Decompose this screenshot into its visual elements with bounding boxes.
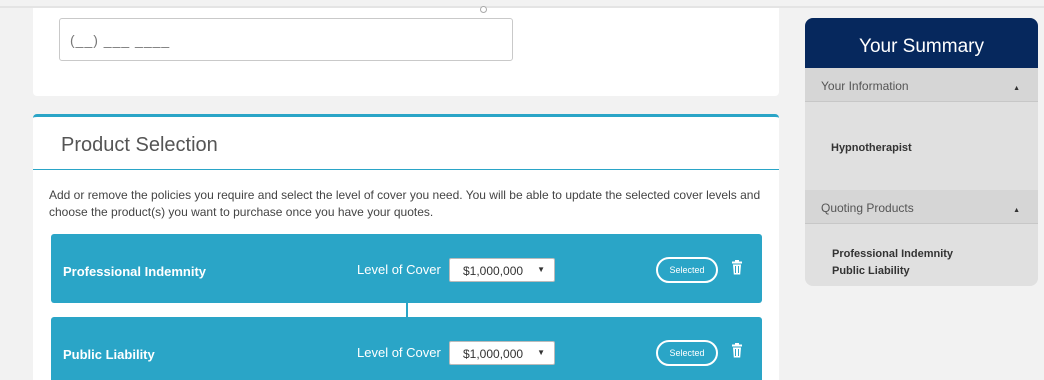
quoting-product-item: Public Liability [832,265,910,277]
level-of-cover-label: Level of Cover [357,345,441,360]
product-selection-card: Product Selection Add or remove the poli… [33,114,779,380]
your-information-accordion-header[interactable]: Your Information ▲ [805,68,1038,102]
contact-card: (__) ___ ____ [33,6,779,96]
summary-title: Your Summary [805,18,1038,68]
product-row-public-liability: Public Liability Level of Cover $1,000,0… [51,317,762,380]
selected-toggle-button[interactable]: Selected [656,257,718,283]
level-of-cover-label: Level of Cover [357,262,441,277]
product-name: Public Liability [63,347,155,362]
occupation-value: Hypnotherapist [831,142,912,154]
section-description: Add or remove the policies you require a… [49,188,761,219]
section-title-divider [33,169,779,170]
your-information-label: Your Information [821,79,909,93]
caret-down-icon: ▼ [537,265,545,274]
quoting-products-label: Quoting Products [821,201,914,215]
quoting-products-list: Professional Indemnity Public Liability [805,224,1038,280]
selected-toggle-button[interactable]: Selected [656,340,718,366]
caret-down-icon: ▼ [537,348,545,357]
your-information-content: Hypnotherapist [805,102,1038,190]
caret-up-icon: ▲ [1013,85,1020,92]
level-of-cover-select[interactable]: $1,000,000 ▼ [449,258,555,282]
quoting-product-item: Professional Indemnity [832,248,954,260]
phone-number-input[interactable]: (__) ___ ____ [59,18,513,61]
level-of-cover-value: $1,000,000 [463,347,524,361]
quoting-products-accordion-header[interactable]: Quoting Products ▲ [805,190,1038,224]
scroll-indicator-icon [480,6,487,13]
trash-icon[interactable] [731,260,743,280]
level-of-cover-value: $1,000,000 [463,264,524,278]
phone-input-mask: (__) ___ ____ [70,32,171,48]
summary-panel: Your Summary Your Information ▲ Hypnothe… [805,18,1038,286]
product-connector-line [406,301,408,317]
caret-up-icon: ▲ [1013,207,1020,214]
section-title: Product Selection [61,134,218,156]
trash-icon[interactable] [731,343,743,363]
product-row-professional-indemnity: Professional Indemnity Level of Cover $1… [51,234,762,303]
level-of-cover-select[interactable]: $1,000,000 ▼ [449,341,555,365]
product-name: Professional Indemnity [63,264,207,279]
